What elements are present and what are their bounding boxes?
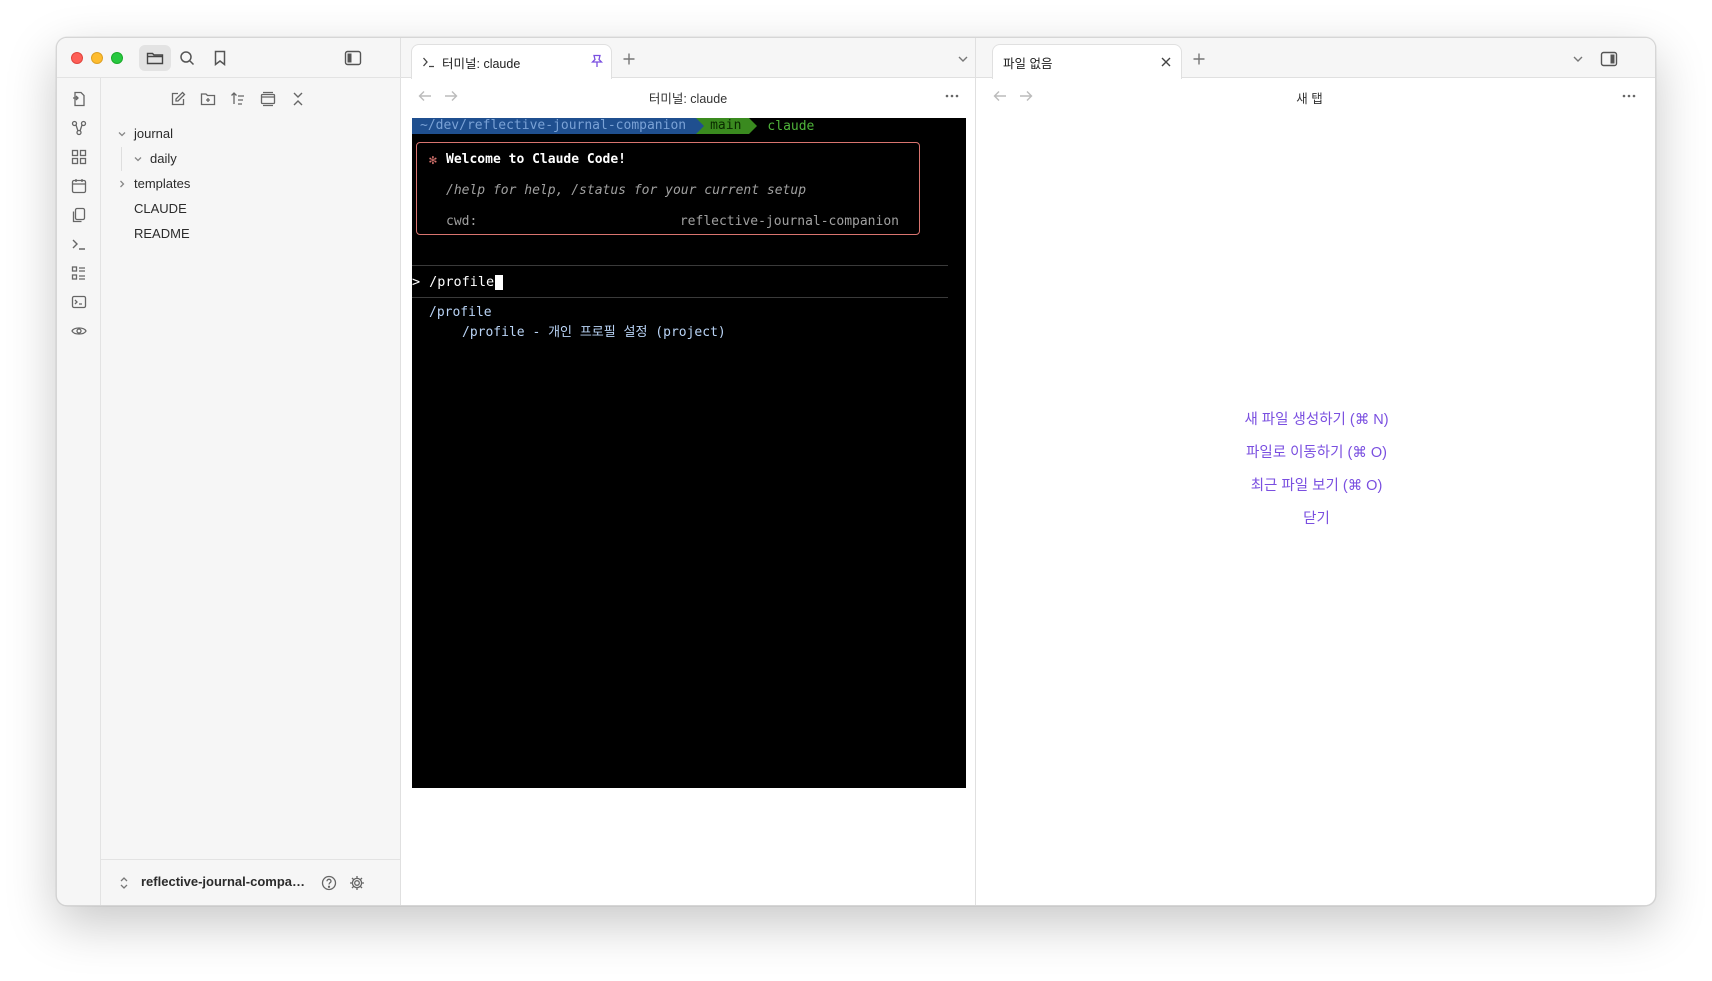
tree-folder-daily[interactable]: daily bbox=[121, 147, 355, 171]
new-tab-icon[interactable] bbox=[617, 47, 641, 71]
chevron-right-icon bbox=[115, 172, 129, 196]
collapse-view-icon[interactable] bbox=[255, 87, 281, 111]
suggestion-description: /profile - 개인 프로필 설정 (project) bbox=[462, 325, 726, 340]
calendar-icon[interactable] bbox=[68, 175, 90, 197]
bookmark-icon[interactable] bbox=[204, 45, 236, 71]
new-note-icon[interactable] bbox=[165, 87, 191, 111]
chevron-up-down-icon[interactable] bbox=[113, 872, 135, 894]
view-header: 터미널: claude bbox=[401, 78, 975, 114]
terminal-icon bbox=[422, 56, 436, 68]
prompt-command: claude bbox=[767, 118, 815, 134]
tree-file-claude[interactable]: CLAUDE bbox=[134, 197, 187, 221]
prompt-separator bbox=[749, 118, 758, 134]
minimize-window-button[interactable] bbox=[91, 52, 103, 64]
empty-state-actions: 새 파일 생성하기 (⌘ N) 파일로 이동하기 (⌘ O) 최근 파일 보기 … bbox=[976, 404, 1655, 536]
vault-switcher: reflective-journal-compani... bbox=[101, 859, 400, 905]
tree-label: CLAUDE bbox=[134, 201, 187, 216]
tree-guide-line bbox=[121, 147, 122, 171]
titlebar bbox=[57, 38, 401, 78]
shell-prompt: ~/dev/reflective-journal-companion main … bbox=[412, 118, 814, 134]
recent-files-link[interactable]: 최근 파일 보기 (⌘ O) bbox=[976, 470, 1655, 503]
create-new-file-link[interactable]: 새 파일 생성하기 (⌘ N) bbox=[976, 404, 1655, 437]
tab-no-file[interactable]: 파일 없음 bbox=[992, 44, 1182, 79]
terminal-icon[interactable] bbox=[68, 233, 90, 255]
app-window: journal daily templates CLAUDE README re… bbox=[56, 37, 1656, 906]
new-tab-icon[interactable] bbox=[1187, 47, 1211, 71]
new-folder-icon[interactable] bbox=[195, 87, 221, 111]
prompt-path: ~/dev/reflective-journal-companion bbox=[412, 118, 697, 134]
vault-name[interactable]: reflective-journal-compani... bbox=[141, 874, 311, 889]
list-icon[interactable] bbox=[68, 262, 90, 284]
new-tab-pane: 파일 없음 새 탭 새 파일 생성하기 (⌘ N) 파일로 이동하기 (⌘ O)… bbox=[976, 38, 1655, 905]
view-title: 터미널: claude bbox=[648, 92, 728, 106]
input-prefix: > bbox=[412, 274, 421, 290]
prompt-branch: main bbox=[704, 118, 750, 134]
pin-icon[interactable] bbox=[590, 54, 604, 71]
tab-label: 터미널: claude bbox=[442, 56, 521, 71]
tab-strip: 파일 없음 bbox=[976, 38, 1655, 79]
prompt-input[interactable]: > /profile bbox=[412, 274, 504, 290]
cwd-value: reflective-journal-companion bbox=[679, 214, 899, 229]
welcome-title: Welcome to Claude Code! bbox=[446, 152, 627, 167]
tree-label: journal bbox=[134, 126, 174, 141]
command-icon[interactable] bbox=[68, 291, 90, 313]
view-title: 새 탭 bbox=[1296, 92, 1323, 106]
settings-gear-icon[interactable] bbox=[346, 872, 368, 894]
graph-icon[interactable] bbox=[68, 117, 90, 139]
welcome-box: ✻ Welcome to Claude Code! /help for help… bbox=[416, 142, 920, 235]
tree-label: README bbox=[134, 226, 190, 241]
file-explorer: journal daily templates CLAUDE README re… bbox=[101, 78, 400, 905]
terminal-view[interactable]: ~/dev/reflective-journal-companion main … bbox=[412, 118, 966, 788]
tree-label: daily bbox=[150, 151, 177, 166]
tree-file-readme[interactable]: README bbox=[134, 222, 190, 246]
eye-icon[interactable] bbox=[68, 320, 90, 342]
chevron-down-icon bbox=[131, 147, 145, 171]
ribbon bbox=[57, 78, 101, 905]
input-bottom-rule bbox=[412, 297, 948, 298]
welcome-help: /help for help, /status for your current… bbox=[446, 183, 807, 198]
input-text: /profile bbox=[429, 274, 495, 290]
prompt-separator bbox=[696, 118, 705, 134]
text-cursor bbox=[495, 274, 504, 290]
copy-icon[interactable] bbox=[68, 204, 90, 226]
tree-folder-journal[interactable]: journal bbox=[115, 122, 355, 146]
welcome-star-icon: ✻ bbox=[429, 153, 437, 168]
quick-switcher-icon[interactable] bbox=[68, 88, 90, 110]
search-icon[interactable] bbox=[171, 45, 203, 71]
close-tab-icon[interactable] bbox=[1160, 56, 1172, 71]
more-options-icon[interactable] bbox=[1618, 86, 1640, 106]
canvas-icon[interactable] bbox=[68, 146, 90, 168]
right-sidebar-toggle-icon[interactable] bbox=[1597, 47, 1621, 71]
close-window-button[interactable] bbox=[71, 52, 83, 64]
sidebar-toggle-icon[interactable] bbox=[337, 45, 369, 71]
tab-list-chevron-icon[interactable] bbox=[1566, 47, 1590, 71]
cwd-label: cwd: bbox=[446, 214, 478, 229]
view-header: 새 탭 bbox=[976, 78, 1655, 114]
help-icon[interactable] bbox=[318, 872, 340, 894]
tab-terminal-claude[interactable]: 터미널: claude bbox=[411, 44, 612, 79]
left-sidebar: journal daily templates CLAUDE README re… bbox=[57, 38, 401, 905]
tree-label: templates bbox=[134, 176, 191, 191]
sort-icon[interactable] bbox=[225, 87, 251, 111]
go-to-file-link[interactable]: 파일로 이동하기 (⌘ O) bbox=[976, 437, 1655, 470]
folder-icon[interactable] bbox=[139, 45, 171, 71]
tree-folder-templates[interactable]: templates bbox=[115, 172, 355, 196]
close-link[interactable]: 닫기 bbox=[976, 503, 1655, 536]
collapse-all-icon[interactable] bbox=[285, 87, 311, 111]
input-top-rule bbox=[412, 265, 948, 266]
tab-list-chevron-icon[interactable] bbox=[951, 47, 975, 71]
tab-strip: 터미널: claude bbox=[401, 38, 975, 79]
more-options-icon[interactable] bbox=[941, 86, 963, 106]
chevron-down-icon bbox=[115, 122, 129, 146]
terminal-pane: 터미널: claude 터미널: claude ~/dev/reflective… bbox=[401, 38, 976, 905]
zoom-window-button[interactable] bbox=[111, 52, 123, 64]
suggestion-name[interactable]: /profile bbox=[429, 305, 492, 320]
tab-label: 파일 없음 bbox=[1003, 56, 1053, 71]
